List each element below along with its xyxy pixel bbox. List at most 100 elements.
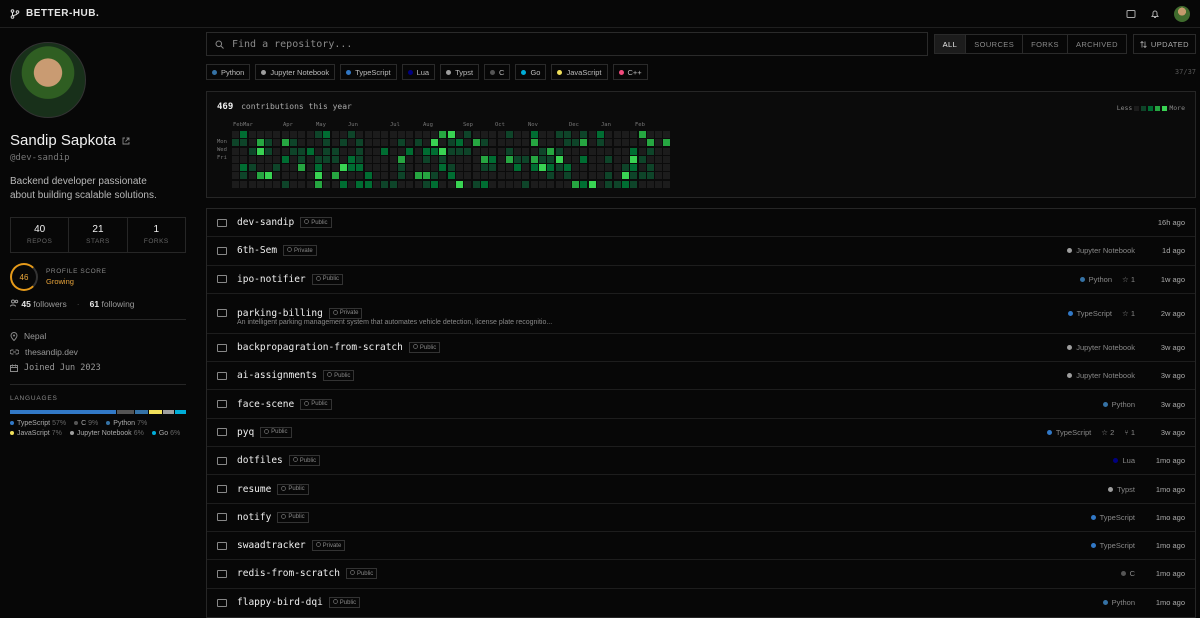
contribution-cell[interactable] [331,147,339,155]
contribution-cell[interactable] [414,131,422,138]
contribution-cell[interactable] [489,131,497,138]
contribution-cell[interactable] [331,139,339,147]
contribution-cell[interactable] [373,155,381,163]
contribution-cell[interactable] [530,131,538,138]
chip-c[interactable]: C [484,64,511,80]
contribution-cell[interactable] [464,155,472,163]
contribution-cell[interactable] [497,164,505,172]
contribution-cell[interactable] [563,155,571,163]
repo-name[interactable]: redis-from-scratch [237,568,340,579]
contribution-cell[interactable] [373,164,381,172]
contribution-cell[interactable] [563,139,571,147]
contribution-cell[interactable] [597,180,605,188]
contribution-cell[interactable] [306,164,314,172]
contribution-cell[interactable] [580,164,588,172]
contribution-cell[interactable] [298,164,306,172]
contribution-cell[interactable] [605,147,613,155]
contribution-cell[interactable] [613,131,621,138]
contribution-cell[interactable] [646,155,654,163]
contribution-cell[interactable] [248,131,256,138]
contribution-cell[interactable] [348,164,356,172]
contribution-cell[interactable] [663,172,671,180]
contribution-cell[interactable] [414,164,422,172]
contribution-cell[interactable] [621,139,629,147]
contribution-cell[interactable] [339,131,347,138]
repo-forks[interactable]: ⑂ 1 [1124,428,1135,437]
contribution-cell[interactable] [646,139,654,147]
contribution-cell[interactable] [273,139,281,147]
contribution-cell[interactable] [240,155,248,163]
contribution-cell[interactable] [298,147,306,155]
contribution-cell[interactable] [290,164,298,172]
contribution-cell[interactable] [306,147,314,155]
repo-name[interactable]: flappy-bird-dqi [237,597,323,608]
contribution-cell[interactable] [514,180,522,188]
contribution-cell[interactable] [621,155,629,163]
contribution-cell[interactable] [406,139,414,147]
contribution-cell[interactable] [364,147,372,155]
contribution-cell[interactable] [273,147,281,155]
contribution-cell[interactable] [406,155,414,163]
contribution-cell[interactable] [389,172,397,180]
contribution-cell[interactable] [605,164,613,172]
contribution-cell[interactable] [339,147,347,155]
contribution-cell[interactable] [265,180,273,188]
contribution-cell[interactable] [265,164,273,172]
contribution-cell[interactable] [547,139,555,147]
contribution-cell[interactable] [530,180,538,188]
contribution-cell[interactable] [348,180,356,188]
contribution-cell[interactable] [422,131,430,138]
external-link-icon[interactable] [122,137,130,145]
contribution-cell[interactable] [232,131,239,138]
contribution-cell[interactable] [240,147,248,155]
contribution-cell[interactable] [290,131,298,138]
contribution-cell[interactable] [422,139,430,147]
contribution-cell[interactable] [638,180,646,188]
contribution-cell[interactable] [439,172,447,180]
contribution-cell[interactable] [265,131,273,138]
sort-button[interactable]: UPDATED [1132,34,1196,54]
contribution-cell[interactable] [505,139,513,147]
contribution-cell[interactable] [273,172,281,180]
contribution-cell[interactable] [248,180,256,188]
contribution-cell[interactable] [497,147,505,155]
contribution-cell[interactable] [663,131,671,138]
contribution-cell[interactable] [456,131,464,138]
contribution-cell[interactable] [472,147,480,155]
contribution-cell[interactable] [447,147,455,155]
contribution-cell[interactable] [630,139,638,147]
contribution-cell[interactable] [522,139,530,147]
contribution-cell[interactable] [281,180,289,188]
contribution-cell[interactable] [572,139,580,147]
repo-row[interactable]: dotfiles Public Lua 1mo ago [207,447,1195,476]
chip-javascript[interactable]: JavaScript [551,64,608,80]
contribution-cell[interactable] [397,155,405,163]
repo-name[interactable]: pyq [237,427,254,438]
contribution-cell[interactable] [456,155,464,163]
contribution-cell[interactable] [364,155,372,163]
contribution-cell[interactable] [456,172,464,180]
contribution-cell[interactable] [381,147,389,155]
contribution-cell[interactable] [397,180,405,188]
contribution-cell[interactable] [373,172,381,180]
contribution-cell[interactable] [306,172,314,180]
contribution-cell[interactable] [555,155,563,163]
contribution-cell[interactable] [514,131,522,138]
repo-row[interactable]: backpropagration-from-scratch Public Jupyt… [207,334,1195,363]
contribution-cell[interactable] [248,172,256,180]
user-avatar[interactable] [1174,5,1190,22]
contribution-cell[interactable] [431,180,439,188]
contribution-cell[interactable] [522,164,530,172]
contribution-cell[interactable] [522,172,530,180]
repo-row[interactable]: parking-billing Private An intelligent par… [207,294,1195,334]
contribution-cell[interactable] [613,172,621,180]
contribution-cell[interactable] [356,164,364,172]
contribution-cell[interactable] [273,164,281,172]
contribution-cell[interactable] [431,155,439,163]
contribution-cell[interactable] [314,139,322,147]
contribution-cell[interactable] [663,180,671,188]
contribution-cell[interactable] [397,147,405,155]
contribution-cell[interactable] [256,172,264,180]
contribution-cell[interactable] [373,147,381,155]
inbox-icon[interactable] [1126,9,1136,19]
